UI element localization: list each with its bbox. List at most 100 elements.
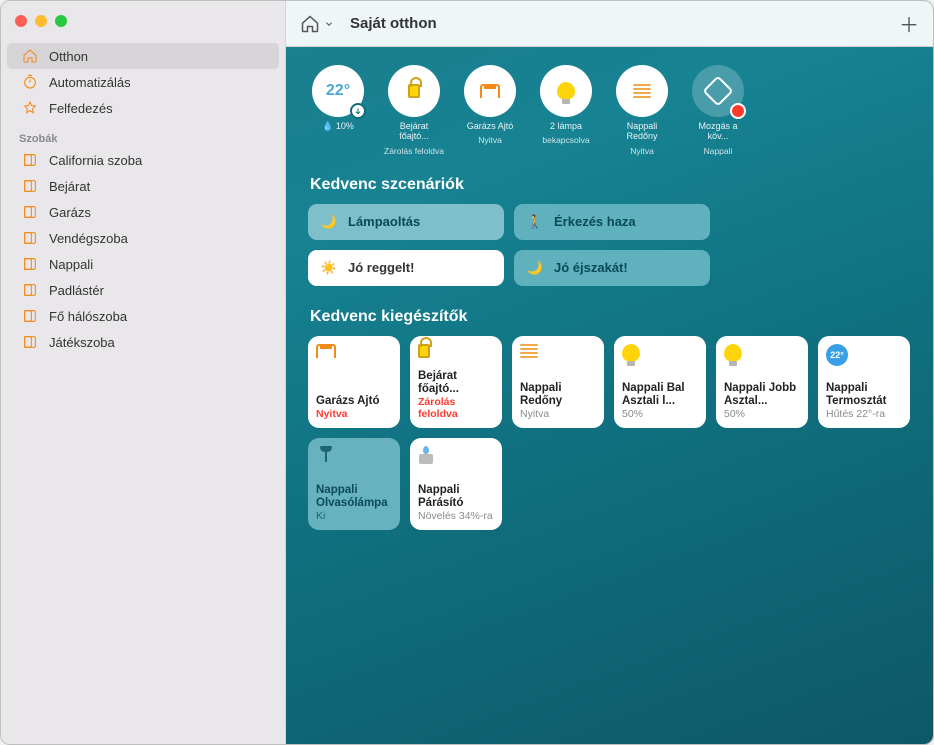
accessory-tile-readinglamp[interactable]: Nappali Olvasólámpa Ki <box>308 438 400 530</box>
home-menu-button[interactable] <box>300 14 334 34</box>
scene-good-morning[interactable]: ☀️ Jó reggelt! <box>308 250 504 286</box>
sidebar-item-label: Padlástér <box>49 283 104 298</box>
scene-lights-off[interactable]: 🌙 Lámpaoltás <box>308 204 504 240</box>
sidebar-item-label: Vendégszoba <box>49 231 128 246</box>
lock-open-icon <box>418 344 430 358</box>
room-icon <box>21 307 39 325</box>
accessory-state: 50% <box>622 408 698 420</box>
window-controls <box>1 1 285 43</box>
close-window-button[interactable] <box>15 15 27 27</box>
accessory-name: Nappali Redőny <box>520 382 596 407</box>
accessory-state: Zárolás feloldva <box>418 396 494 420</box>
accessory-state: Hűtés 22°-ra <box>826 408 902 420</box>
status-circle <box>388 65 440 117</box>
status-sub: bekapcsolva <box>542 135 589 145</box>
sun-house-icon: ☀️ <box>320 259 338 277</box>
bulb-icon <box>557 82 575 100</box>
accessories-title: Kedvenc kiegészítők <box>310 308 911 326</box>
blinds-icon <box>633 84 651 98</box>
status-sub: Zárolás feloldva <box>384 146 444 156</box>
thermostat-icon: 22° <box>826 344 848 366</box>
accessory-state: Nyitva <box>316 408 392 420</box>
status-sub: Nyitva <box>478 135 502 145</box>
accessory-tile-rightlamp[interactable]: Nappali Jobb Asztal... 50% <box>716 336 808 428</box>
alert-badge <box>730 103 746 119</box>
accessory-name: Nappali Jobb Asztal... <box>724 382 800 407</box>
accessory-tile-leftlamp[interactable]: Nappali Bal Asztali l... 50% <box>614 336 706 428</box>
status-lock[interactable]: Bejárat főajtó... Zárolás feloldva <box>384 65 444 156</box>
blinds-icon <box>520 344 538 358</box>
add-button[interactable]: ＋ <box>899 9 919 38</box>
topbar: Saját otthon ＋ <box>286 1 933 47</box>
sidebar-room-item[interactable]: Vendégszoba <box>7 225 279 251</box>
sidebar-item-automation[interactable]: Automatizálás <box>7 69 279 95</box>
accessory-state: Ki <box>316 510 392 522</box>
sidebar-room-item[interactable]: California szoba <box>7 147 279 173</box>
sidebar-room-item[interactable]: Fő hálószoba <box>7 303 279 329</box>
accessory-state: Növelés 34%-ra <box>418 510 494 522</box>
sidebar-rooms-header: Szobák <box>1 121 285 147</box>
accessory-name: Nappali Párásító <box>418 484 494 509</box>
sidebar-room-item[interactable]: Bejárat <box>7 173 279 199</box>
accessory-state: 50% <box>724 408 800 420</box>
status-lights[interactable]: 2 lámpa bekapcsolva <box>536 65 596 156</box>
sidebar-main-list: Otthon Automatizálás Felfedezés <box>1 43 285 121</box>
accessory-name: Nappali Olvasólámpa <box>316 484 392 509</box>
sidebar-room-item[interactable]: Padlástér <box>7 277 279 303</box>
accessory-tile-thermostat[interactable]: 22° Nappali Termosztát Hűtés 22°-ra <box>818 336 910 428</box>
status-motion[interactable]: Mozgás a köv... Nappali <box>688 65 748 156</box>
accessory-tile-blinds[interactable]: Nappali Redőny Nyitva <box>512 336 604 428</box>
motion-icon <box>702 75 733 106</box>
sidebar-room-item[interactable]: Garázs <box>7 199 279 225</box>
scenes-grid: 🌙 Lámpaoltás 🚶 Érkezés haza ☀️ Jó reggel… <box>308 204 911 286</box>
minimize-window-button[interactable] <box>35 15 47 27</box>
timer-icon <box>21 73 39 91</box>
house-icon <box>300 14 320 34</box>
status-row: 22° 💧 10% Bejárat főajtó... Zárolás felo… <box>308 65 911 156</box>
status-blinds[interactable]: Nappali Redőny Nyitva <box>612 65 672 156</box>
accessory-name: Nappali Bal Asztali l... <box>622 382 698 407</box>
sidebar-item-discover[interactable]: Felfedezés <box>7 95 279 121</box>
star-icon <box>21 99 39 117</box>
sidebar-rooms-list: California szoba Bejárat Garázs Vendégsz… <box>1 147 285 355</box>
accessory-name: Garázs Ajtó <box>316 395 392 408</box>
scene-label: Érkezés haza <box>554 214 636 229</box>
sidebar-item-home[interactable]: Otthon <box>7 43 279 69</box>
sidebar-item-label: Nappali <box>49 257 93 272</box>
room-icon <box>21 151 39 169</box>
garage-icon <box>316 344 336 358</box>
sidebar-item-label: Automatizálás <box>49 75 131 90</box>
house-icon <box>21 47 39 65</box>
status-climate[interactable]: 22° 💧 10% <box>308 65 368 156</box>
sidebar-item-label: California szoba <box>49 153 142 168</box>
sidebar-item-label: Otthon <box>49 49 88 64</box>
bulb-icon <box>622 344 640 362</box>
humidity-label: 💧 10% <box>322 121 354 131</box>
temperature-circle: 22° <box>312 65 364 117</box>
garage-icon <box>480 84 500 98</box>
room-icon <box>21 203 39 221</box>
sidebar-room-item[interactable]: Nappali <box>7 251 279 277</box>
zoom-window-button[interactable] <box>55 15 67 27</box>
scene-arrive-home[interactable]: 🚶 Érkezés haza <box>514 204 710 240</box>
status-label: Mozgás a köv... <box>688 121 748 142</box>
status-label: Nappali Redőny <box>612 121 672 142</box>
accessory-tile-garage[interactable]: Garázs Ajtó Nyitva <box>308 336 400 428</box>
room-icon <box>21 255 39 273</box>
accessory-tile-frontdoor[interactable]: Bejárat főajtó... Zárolás feloldva <box>410 336 502 428</box>
main-area: Saját otthon ＋ 22° 💧 10% Be <box>286 1 933 744</box>
scene-good-night[interactable]: 🌙 Jó éjszakát! <box>514 250 710 286</box>
content-scroll[interactable]: 22° 💧 10% Bejárat főajtó... Zárolás felo… <box>286 47 933 548</box>
status-sub: Nyitva <box>630 146 654 156</box>
accessory-name: Nappali Termosztát <box>826 382 902 407</box>
sidebar-item-label: Fő hálószoba <box>49 309 127 324</box>
humidifier-icon <box>418 446 434 464</box>
scenes-title: Kedvenc szcenáriók <box>310 176 911 194</box>
status-garage[interactable]: Garázs Ajtó Nyitva <box>460 65 520 156</box>
lock-open-icon <box>408 84 420 98</box>
person-icon: 🚶 <box>526 213 544 231</box>
bulb-icon <box>724 344 742 362</box>
sidebar-room-item[interactable]: Játékszoba <box>7 329 279 355</box>
status-circle <box>616 65 668 117</box>
accessory-tile-humidifier[interactable]: Nappali Párásító Növelés 34%-ra <box>410 438 502 530</box>
